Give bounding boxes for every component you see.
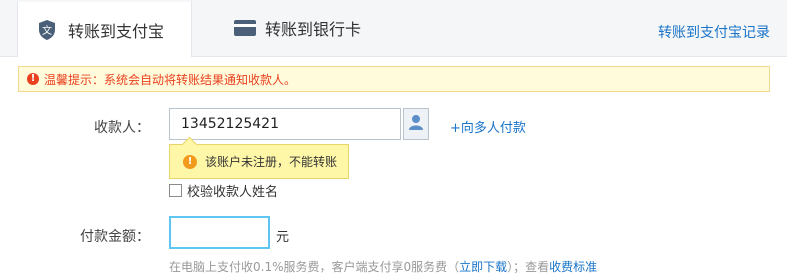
amount-label: 付款金额： (80, 229, 150, 245)
alert-icon: ! (183, 154, 197, 169)
notice-banner: ! 温馨提示： 系统会自动将转账结果通知收款人。 (18, 66, 770, 92)
tab-label: 转账到支付宝 (68, 21, 165, 41)
fee-note-mid: ）；查看 (507, 260, 550, 274)
user-icon (409, 114, 423, 134)
amount-input[interactable] (169, 216, 270, 249)
fee-note-text: 在电脑上支付收0.1%服务费，客户端支付享0服务费（ (169, 260, 460, 274)
svg-text:文: 文 (42, 24, 52, 37)
verify-name-option[interactable]: 校验收款人姓名 (169, 181, 278, 200)
recipient-input[interactable]: 13452125421 (169, 108, 401, 140)
alipay-shield-icon: 文 (36, 19, 58, 41)
warning-icon: ! (27, 73, 39, 85)
error-tooltip: ! 该账户未注册，不能转账 (169, 144, 349, 179)
transfer-records-link[interactable]: 转账到支付宝记录 (658, 22, 770, 42)
tab-transfer-to-alipay[interactable]: 文 转账到支付宝 (17, 0, 192, 57)
tab-bar: 文 转账到支付宝 转账到银行卡 转账到支付宝记录 (0, 0, 787, 57)
fee-standard-link[interactable]: 收费标准 (549, 260, 597, 274)
download-link[interactable]: 立即下载 (459, 260, 507, 274)
error-tooltip-text: 该账户未注册，不能转账 (205, 155, 338, 169)
notice-message: 系统会自动将转账结果通知收款人。 (104, 72, 297, 87)
contact-picker-button[interactable] (403, 108, 429, 140)
verify-name-checkbox[interactable] (169, 184, 182, 197)
recipient-label: 收款人： (94, 120, 150, 136)
notice-title: 温馨提示： (44, 72, 105, 87)
bank-card-icon (234, 20, 256, 36)
multi-recipient-link[interactable]: +向多人付款 (450, 117, 526, 136)
verify-name-label: 校验收款人姓名 (187, 185, 279, 200)
currency-unit: 元 (276, 230, 290, 245)
tab-transfer-to-bank[interactable]: 转账到银行卡 (228, 0, 361, 56)
tab-label: 转账到银行卡 (265, 20, 362, 39)
